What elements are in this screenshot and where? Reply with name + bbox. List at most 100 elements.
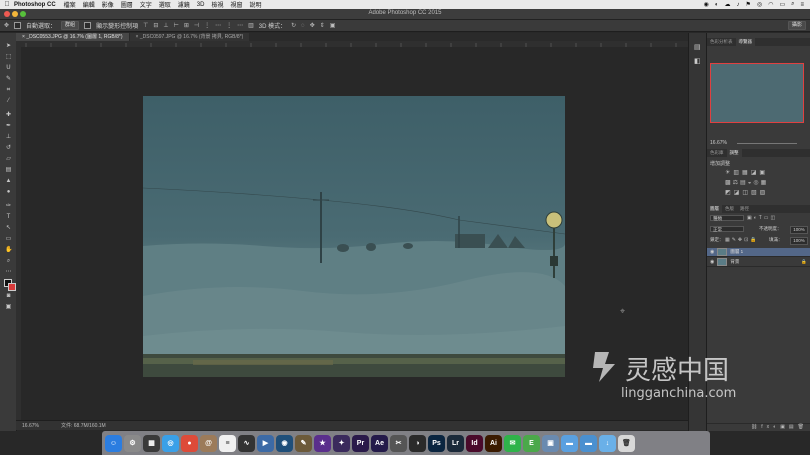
auto-select-checkbox[interactable] — [14, 22, 22, 29]
status-icon[interactable]: ⚑ — [746, 1, 751, 8]
dock-app-folder1-icon[interactable]: ▬ — [561, 434, 578, 452]
lock-icons[interactable]: ▦✎✥⊡🔒 — [725, 237, 759, 243]
history-panel-icon[interactable]: ▤ — [694, 43, 701, 51]
distribute-icon[interactable]: ⋮ — [204, 22, 210, 29]
menu-image[interactable]: 影像 — [102, 0, 114, 9]
layer-name[interactable]: 背景 — [730, 259, 739, 265]
dock-app-imovie-icon[interactable]: ★ — [314, 434, 331, 452]
wifi-icon[interactable]: ◠ — [768, 1, 773, 8]
adjustment-icons-row-3[interactable]: ◩◪◫▧▨ — [725, 189, 805, 196]
status-icon[interactable]: ♪ — [737, 2, 740, 8]
dock-app-davinci-icon[interactable]: ◑ — [409, 434, 426, 452]
opacity-input[interactable]: 100% — [790, 226, 808, 234]
3d-scale-icon[interactable]: ▣ — [330, 22, 336, 29]
menu-filter[interactable]: 濾鏡 — [178, 0, 190, 9]
move-tool-icon[interactable]: ➤ — [5, 43, 12, 50]
dock-app-safari-icon[interactable]: ◎ — [162, 434, 179, 452]
fill-input[interactable]: 100% — [790, 237, 808, 245]
healing-tool-icon[interactable]: ✚ — [5, 112, 12, 119]
dock-app-contacts-icon[interactable]: @ — [200, 434, 217, 452]
dock-app-after-effects-icon[interactable]: Ae — [371, 434, 388, 452]
more-tools-icon[interactable]: ⋯ — [5, 269, 12, 276]
layers-footer-icons[interactable]: ⛓fx◐▣▤🗑 — [707, 423, 810, 431]
menu-help[interactable]: 說明 — [249, 0, 261, 9]
dock-app-wechat-icon[interactable]: ✉ — [504, 434, 521, 452]
dock-app-illustrator-icon[interactable]: Ai — [485, 434, 502, 452]
search-icon[interactable]: ⌕ — [791, 1, 794, 8]
distribute-icon[interactable]: ⋯ — [215, 22, 221, 29]
tab-document-1[interactable]: × _DSC0553.JPG @ 16.7% (圖層 1, RGB/8*) — [16, 33, 129, 41]
dock-app-folder2-icon[interactable]: ▬ — [580, 434, 597, 452]
status-icon[interactable]: ◎ — [757, 1, 762, 8]
align-right-icon[interactable]: ⊣ — [194, 22, 199, 29]
apple-icon[interactable]:  — [0, 1, 14, 8]
3d-slide-icon[interactable]: ⇕ — [320, 22, 325, 29]
tab-layers[interactable]: 圖層 — [707, 205, 722, 213]
menu-file[interactable]: 檔案 — [64, 0, 76, 9]
shape-tool-icon[interactable]: ▭ — [5, 236, 12, 243]
background-color-swatch[interactable] — [8, 283, 16, 291]
dock-app-lightroom-icon[interactable]: Lr — [447, 434, 464, 452]
dock-app-keynote-icon[interactable]: ✎ — [295, 434, 312, 452]
dock-app-system-preferences-icon[interactable]: ⚙ — [124, 434, 141, 452]
tab-channels[interactable]: 色版 — [722, 205, 737, 213]
zoom-level[interactable]: 16.67% — [22, 423, 39, 429]
brush-tool-icon[interactable]: ✒ — [5, 123, 12, 130]
navigator-zoom-slider[interactable] — [737, 143, 797, 144]
menu-select[interactable]: 選取 — [159, 0, 171, 9]
status-icon[interactable]: ☁ — [725, 1, 731, 8]
menu-type[interactable]: 文字 — [140, 0, 152, 9]
align-middle-icon[interactable]: ⊟ — [153, 22, 158, 29]
align-top-icon[interactable]: ⊤ — [143, 22, 148, 29]
show-transform-checkbox[interactable] — [84, 22, 92, 29]
lasso-tool-icon[interactable]: ᑌ — [5, 65, 12, 72]
hand-tool-icon[interactable]: ✋ — [5, 247, 12, 254]
align-center-icon[interactable]: ⊞ — [184, 22, 189, 29]
quick-select-tool-icon[interactable]: ✎ — [5, 76, 12, 83]
history-brush-tool-icon[interactable]: ↺ — [5, 145, 12, 152]
auto-select-dropdown[interactable]: 群組 — [61, 21, 80, 30]
quick-mask-icon[interactable]: ◙ — [5, 293, 12, 300]
gradient-tool-icon[interactable]: ▤ — [5, 167, 12, 174]
dock-app-trash-icon[interactable]: 🗑 — [618, 434, 635, 452]
marquee-tool-icon[interactable]: ⬚ — [5, 54, 12, 61]
dock-app-chrome-icon[interactable]: ● — [181, 434, 198, 452]
dock-app-finder-icon[interactable]: ☺ — [105, 434, 122, 452]
tab-histogram[interactable]: 色彩分析表 — [707, 38, 736, 46]
menu-list-icon[interactable]: ≡ — [800, 2, 804, 8]
dock-app-evernote-icon[interactable]: E — [523, 434, 540, 452]
distribute-icon[interactable]: ⋯ — [237, 22, 243, 29]
dock-app-final-cut-icon[interactable]: ✂ — [390, 434, 407, 452]
menu-layer[interactable]: 圖層 — [121, 0, 133, 9]
app-menu[interactable]: Photoshop CC — [14, 2, 56, 8]
blur-tool-icon[interactable]: ▲ — [5, 178, 12, 185]
dock-app-quicktime-icon[interactable]: ▶ — [257, 434, 274, 452]
dock-app-activity-icon[interactable]: ∿ — [238, 434, 255, 452]
tab-document-2[interactable]: × _DSC0597.JPG @ 16.7% (背景 拷貝, RGB/8*) — [129, 33, 250, 41]
navigator-view-box[interactable] — [710, 63, 804, 123]
eyedropper-tool-icon[interactable]: ⁄ — [5, 98, 12, 105]
dock-app-downloads-icon[interactable]: ↓ — [599, 434, 616, 452]
dock-app-photoshop-icon[interactable]: Ps — [428, 434, 445, 452]
dodge-tool-icon[interactable]: ● — [5, 189, 12, 196]
layer-filter-icons[interactable]: ▣◐T▭◫ — [747, 215, 777, 221]
dock-app-notes-icon[interactable]: ≡ — [219, 434, 236, 452]
menu-window[interactable]: 視窗 — [230, 0, 242, 9]
dock-app-launchpad-icon[interactable]: ▦ — [143, 434, 160, 452]
workspace-switcher[interactable]: 攝影 — [787, 21, 806, 30]
adjustment-icons-row-1[interactable]: ☀▥▦◪▣ — [725, 169, 805, 176]
blend-mode-dropdown[interactable]: 正常 — [710, 226, 744, 232]
tab-close-icon[interactable]: × — [136, 34, 139, 40]
crop-tool-icon[interactable]: ⌗ — [5, 87, 12, 94]
distribute-icon[interactable]: ⋮ — [226, 22, 232, 29]
menu-edit[interactable]: 編輯 — [83, 0, 95, 9]
tab-libraries[interactable]: 色彩庫 — [707, 149, 727, 157]
align-left-icon[interactable]: ⊢ — [174, 22, 179, 29]
properties-panel-icon[interactable]: ◧ — [694, 57, 701, 65]
type-tool-icon[interactable]: T — [5, 214, 12, 221]
pen-tool-icon[interactable]: ✑ — [5, 203, 12, 210]
document-size[interactable]: 文件: 68.7M/160.1M — [61, 422, 106, 429]
dock-app-fcp-icon[interactable]: ✦ — [333, 434, 350, 452]
3d-rotate-icon[interactable]: ↻ — [291, 22, 296, 29]
screen-mode-icon[interactable]: ▣ — [5, 304, 12, 311]
